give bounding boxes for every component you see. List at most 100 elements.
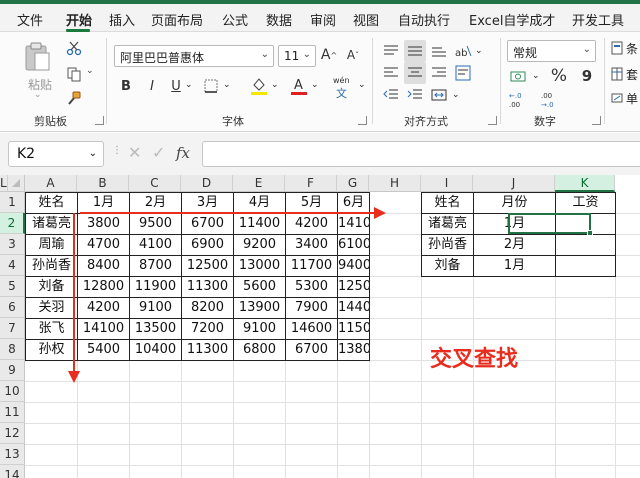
row-header-7[interactable]: 7 <box>0 318 25 339</box>
percent-button[interactable]: % <box>548 65 570 87</box>
table-cell[interactable]: 6100 <box>337 234 370 256</box>
row-header-6[interactable]: 6 <box>0 297 25 318</box>
row-header-13[interactable]: 13 <box>0 444 25 465</box>
table-cell[interactable]: 9200 <box>233 234 286 256</box>
table-cell[interactable]: 3800 <box>77 213 130 235</box>
increase-indent-icon[interactable] <box>404 84 426 106</box>
table-cell[interactable]: 12800 <box>77 276 130 298</box>
table-cell[interactable]: 10400 <box>129 339 182 361</box>
decrease-font-icon[interactable]: Aˇ <box>344 44 362 66</box>
cut-icon[interactable] <box>64 38 84 58</box>
table-header-cell[interactable]: 6月 <box>337 192 370 214</box>
table-cell[interactable]: 6700 <box>285 339 338 361</box>
align-right-icon[interactable] <box>428 62 450 84</box>
bold-button[interactable]: B <box>118 76 134 96</box>
table-cell[interactable] <box>555 234 616 256</box>
copy-icon[interactable] <box>64 64 84 84</box>
increase-font-icon[interactable]: A ^ <box>320 44 338 66</box>
table-cell[interactable]: 8400 <box>77 255 130 277</box>
tab-home[interactable]: 开始 <box>66 10 92 29</box>
fill-handle[interactable] <box>587 230 593 236</box>
wrap-text-icon[interactable] <box>452 62 474 84</box>
tab-file[interactable]: 文件 <box>17 10 43 29</box>
row-header-9[interactable]: 9 <box>0 360 25 381</box>
border-dropdown-icon[interactable]: ⌄ <box>223 80 231 90</box>
font-color-icon[interactable]: A <box>288 74 310 98</box>
format-as-table-icon[interactable] <box>610 66 624 82</box>
column-header-l[interactable]: L <box>0 175 8 192</box>
table-cell[interactable]: 1月 <box>473 255 556 277</box>
paste-dropdown-icon[interactable]: ⌄ <box>34 90 42 100</box>
table-cell[interactable]: 12500 <box>337 276 370 298</box>
table-cell[interactable]: 6800 <box>233 339 286 361</box>
tab-automate[interactable]: 自动执行 <box>398 10 450 29</box>
clipboard-launcher-icon[interactable] <box>95 116 104 125</box>
table-cell[interactable]: 3400 <box>285 234 338 256</box>
table-cell[interactable]: 孙权 <box>25 339 78 361</box>
row-header-5[interactable]: 5 <box>0 276 25 297</box>
border-icon[interactable] <box>200 76 222 96</box>
table-cell[interactable]: 5300 <box>285 276 338 298</box>
table-cell[interactable]: 4200 <box>77 297 130 319</box>
font-size-select[interactable]: 11 ⌄ <box>278 45 316 67</box>
table-cell[interactable]: 6900 <box>181 234 234 256</box>
table-cell[interactable]: 11700 <box>285 255 338 277</box>
table-cell[interactable]: 4100 <box>129 234 182 256</box>
table-cell[interactable]: 周瑜 <box>25 234 78 256</box>
column-header-a[interactable]: A <box>25 175 77 192</box>
column-header-i[interactable]: I <box>421 175 473 192</box>
table-header-cell[interactable]: 5月 <box>285 192 338 214</box>
table-cell[interactable]: 11900 <box>129 276 182 298</box>
table-header-cell[interactable]: 1月 <box>77 192 130 214</box>
increase-decimal-icon[interactable]: ←.0.00 <box>508 88 534 110</box>
phonetic-dropdown-icon[interactable]: ⌄ <box>358 80 366 90</box>
table-cell[interactable]: 刘备 <box>421 255 474 277</box>
row-header-1[interactable]: 1 <box>0 192 25 213</box>
tab-data[interactable]: 数据 <box>266 10 292 29</box>
table-cell[interactable]: 9100 <box>129 297 182 319</box>
format-painter-icon[interactable] <box>64 88 84 108</box>
column-header-k[interactable]: K <box>555 175 615 192</box>
comma-style-icon[interactable]: 9 <box>576 65 598 87</box>
table-cell[interactable]: 6700 <box>181 213 234 235</box>
number-launcher-icon[interactable] <box>592 116 601 125</box>
underline-dropdown-icon[interactable]: ⌄ <box>185 80 193 90</box>
table-header-cell[interactable]: 2月 <box>129 192 182 214</box>
table-cell[interactable]: 7900 <box>285 297 338 319</box>
table-cell[interactable]: 关羽 <box>25 297 78 319</box>
tab-insert[interactable]: 插入 <box>109 10 135 29</box>
decrease-decimal-icon[interactable]: .00 →.0 <box>540 88 566 110</box>
font-color-dropdown-icon[interactable]: ⌄ <box>311 80 319 90</box>
table-header-cell[interactable]: 4月 <box>233 192 286 214</box>
table-header-cell[interactable]: 月份 <box>473 192 556 214</box>
column-header-h[interactable]: H <box>369 175 421 192</box>
worksheet-grid[interactable]: ABCDEFGHIJKL 1 2 3 4 5 6 7 8 9 10 11 12 13 14 姓名 1月 2月 3… <box>0 175 640 478</box>
row-header-12[interactable]: 12 <box>0 423 25 444</box>
row-header-11[interactable]: 11 <box>0 402 25 423</box>
paste-icon[interactable] <box>20 40 54 74</box>
font-launcher-icon[interactable] <box>358 116 367 125</box>
table-cell[interactable]: 9500 <box>129 213 182 235</box>
table-cell[interactable]: 14400 <box>337 297 370 319</box>
cell-styles-label[interactable]: 单 <box>626 90 638 107</box>
underline-button[interactable]: U <box>168 76 184 96</box>
wrap-orientation-icon[interactable]: ab <box>452 40 474 62</box>
column-header-b[interactable]: B <box>77 175 129 192</box>
table-cell[interactable]: 13800 <box>337 339 370 361</box>
table-header-cell[interactable]: 姓名 <box>421 192 474 214</box>
conditional-format-icon[interactable] <box>610 40 624 56</box>
align-bottom-icon[interactable] <box>428 40 450 62</box>
table-cell[interactable]: 诸葛亮 <box>25 213 78 235</box>
table-cell[interactable]: 11300 <box>181 339 234 361</box>
currency-icon[interactable] <box>508 66 530 88</box>
formula-input[interactable] <box>202 141 640 167</box>
row-header-10[interactable]: 10 <box>0 381 25 402</box>
table-cell[interactable]: 13900 <box>233 297 286 319</box>
table-cell[interactable]: 7200 <box>181 318 234 340</box>
table-cell[interactable]: 13000 <box>233 255 286 277</box>
table-cell[interactable]: 4200 <box>285 213 338 235</box>
format-as-table-label[interactable]: 套 <box>626 66 638 83</box>
table-cell[interactable]: 9100 <box>233 318 286 340</box>
row-header-3[interactable]: 3 <box>0 234 25 255</box>
column-header-j[interactable]: J <box>473 175 555 192</box>
